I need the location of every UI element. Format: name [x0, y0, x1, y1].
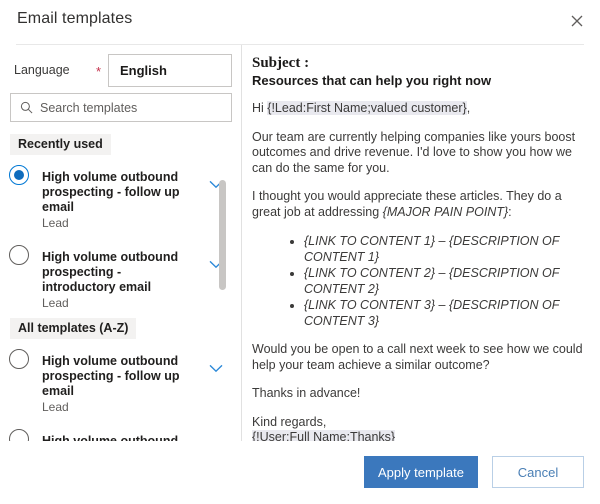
list-item: {LINK TO CONTENT 2} – {DESCRIPTION OF CO… [304, 265, 586, 297]
list-item[interactable]: High volume outbound prospecting - intro… [0, 235, 241, 315]
language-label: Language [14, 63, 70, 77]
template-name: High volume outbound prospecting - intro… [42, 434, 182, 441]
language-field[interactable]: English [108, 54, 232, 87]
template-selection-pane: Language * English Recently used [0, 45, 241, 441]
close-icon [571, 15, 583, 27]
body-paragraph-2: I thought you would appreciate these art… [252, 189, 586, 220]
signoff-block: Kind regards,{!User:Full Name;Thanks} [252, 415, 586, 442]
subject-label: Subject : [252, 55, 586, 72]
signoff-token: {!User:Full Name;Thanks} [252, 430, 395, 441]
signoff-text: Kind regards, [252, 415, 326, 429]
list-item[interactable]: High volume outbound prospecting - follo… [0, 339, 241, 419]
template-radio[interactable] [9, 165, 29, 185]
greeting-suffix: , [467, 101, 470, 115]
template-list: Recently used High volume outbound prosp… [0, 131, 241, 441]
template-entity: Lead [42, 216, 201, 231]
template-radio[interactable] [9, 245, 29, 265]
template-text: High volume outbound prospecting - follo… [42, 170, 205, 231]
greeting-prefix: Hi [252, 101, 267, 115]
template-name: High volume outbound prospecting - intro… [42, 250, 182, 295]
dialog-header: Email templates [0, 0, 600, 44]
subject-value: Resources that can help you right now [252, 72, 586, 89]
body-paragraph-4: Thanks in advance! [252, 386, 586, 402]
search-input[interactable] [40, 101, 220, 115]
template-radio[interactable] [9, 429, 29, 441]
list-item: {LINK TO CONTENT 3} – {DESCRIPTION OF CO… [304, 297, 586, 329]
template-entity: Lead [42, 296, 201, 311]
close-button[interactable] [562, 6, 592, 36]
dialog-body: Language * English Recently used [0, 45, 600, 441]
email-preview-pane: Subject : Resources that can help you ri… [242, 45, 600, 441]
dialog-title: Email templates [17, 10, 132, 28]
dialog-footer: Apply template Cancel [0, 441, 600, 504]
list-item[interactable]: High volume outbound prospecting - intro… [0, 419, 241, 441]
content-links-list: {LINK TO CONTENT 1} – {DESCRIPTION OF CO… [252, 233, 586, 329]
list-item[interactable]: High volume outbound prospecting - follo… [0, 155, 241, 235]
body-paragraph-1: Our team are currently helping companies… [252, 130, 586, 177]
search-icon [20, 101, 33, 114]
template-text: High volume outbound prospecting - intro… [42, 434, 205, 441]
cancel-button[interactable]: Cancel [492, 456, 584, 488]
pain-point-placeholder: {MAJOR PAIN POINT} [383, 205, 509, 219]
template-text: High volume outbound prospecting - intro… [42, 250, 205, 311]
list-item: {LINK TO CONTENT 1} – {DESCRIPTION OF CO… [304, 233, 586, 265]
template-list-scrollbar-thumb[interactable] [219, 180, 226, 290]
language-row: Language * English [0, 54, 241, 88]
template-entity: Lead [42, 400, 201, 415]
search-templates-box[interactable] [10, 93, 232, 122]
group-heading-all-templates: All templates (A-Z) [10, 318, 136, 339]
body-paragraph-3: Would you be open to a call next week to… [252, 342, 586, 373]
required-indicator: * [96, 65, 101, 78]
template-name: High volume outbound prospecting - follo… [42, 354, 182, 399]
greeting-token: {!Lead:First Name;valued customer} [267, 101, 466, 115]
apply-template-button[interactable]: Apply template [364, 456, 478, 488]
group-heading-recently-used: Recently used [10, 134, 111, 155]
template-text: High volume outbound prospecting - follo… [42, 354, 205, 415]
language-value: English [109, 63, 167, 78]
template-name: High volume outbound prospecting - follo… [42, 170, 182, 215]
email-templates-dialog: Email templates Language * English [0, 0, 600, 504]
paragraph-2-suffix: : [508, 205, 511, 219]
template-radio[interactable] [9, 349, 29, 369]
greeting-line: Hi {!Lead:First Name;valued customer}, [252, 101, 586, 117]
